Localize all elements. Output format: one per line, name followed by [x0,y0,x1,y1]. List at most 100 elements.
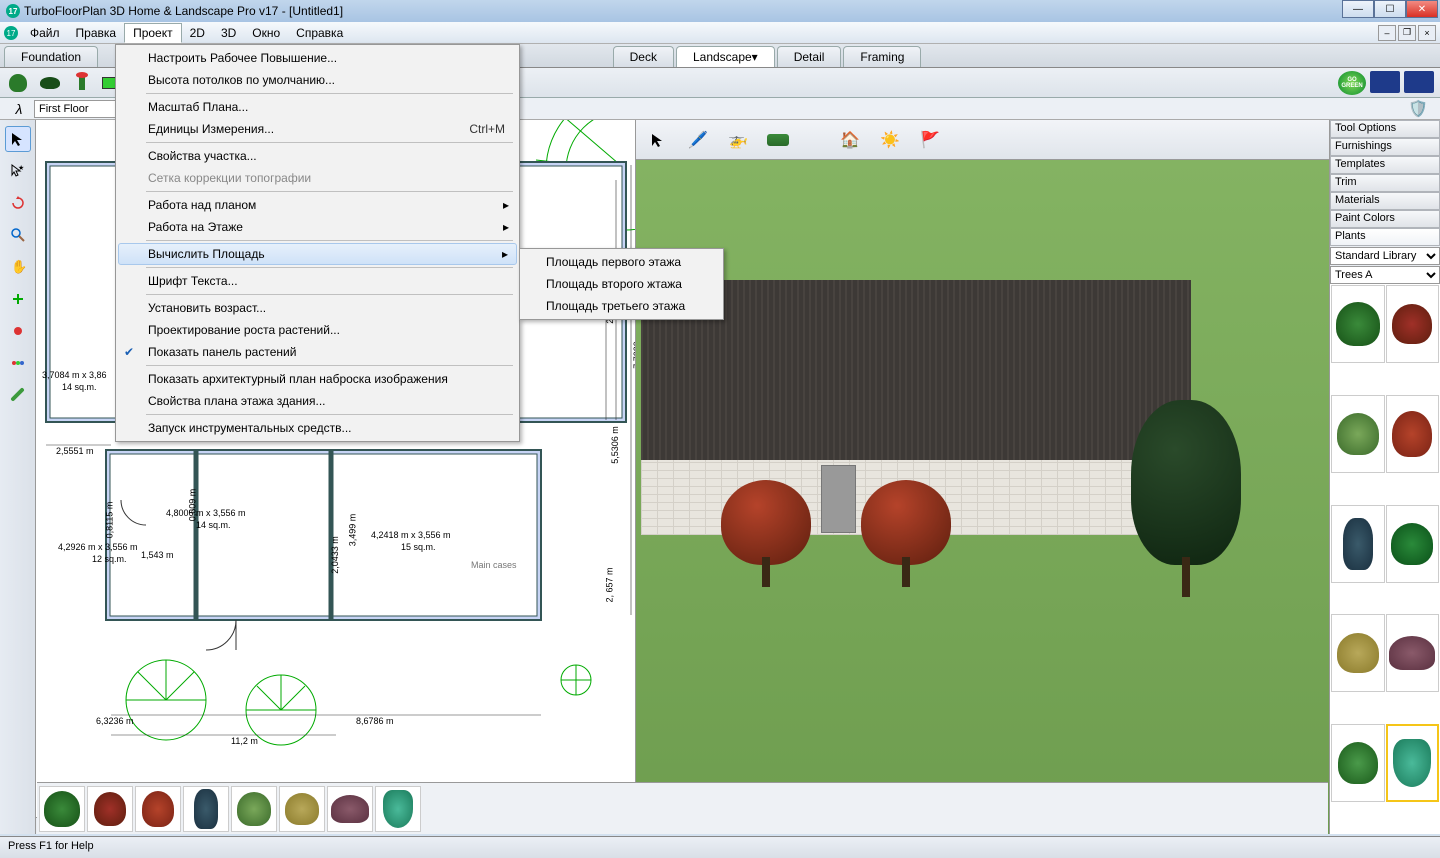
layout-view-2-button[interactable] [1404,71,1434,93]
tab-landscape[interactable]: Landscape▾ [676,46,775,67]
mdi-window-controls: – ❐ × [1378,25,1436,41]
project-menu-item-14[interactable]: Шрифт Текста... [118,270,517,292]
project-menu-item-20[interactable]: Показать архитектурный план наброска изо… [118,368,517,390]
project-menu-item-17[interactable]: Проектирование роста растений... [118,319,517,341]
strip-tree-8[interactable] [375,786,421,832]
cat-templates[interactable]: Templates [1330,156,1440,174]
red-marker-tool[interactable] [5,318,31,344]
strip-tree-5[interactable] [231,786,277,832]
app-icon: 17 [6,4,20,18]
menu-window[interactable]: Окно [244,24,288,42]
project-menu-item-3[interactable]: Масштаб Плана... [118,96,517,118]
strip-tree-2[interactable] [87,786,133,832]
project-menu-item-12[interactable]: Вычислить Площадь▸ [118,243,517,265]
menu-file[interactable]: Файл [22,24,68,42]
project-menu-item-4[interactable]: Единицы Измерения...Ctrl+M [118,118,517,140]
tree-thumb-2[interactable] [1386,285,1440,363]
go-green-icon[interactable]: GO GREEN [1338,71,1366,95]
menu-edit[interactable]: Правка [68,24,125,42]
menu-project[interactable]: Проект [124,23,182,43]
menu-3d[interactable]: 3D [213,24,244,42]
scene-3d [636,160,1329,834]
mdi-minimize-button[interactable]: – [1378,25,1396,41]
pan-tool[interactable]: ✋ [5,254,31,280]
mdi-close-button[interactable]: × [1418,25,1436,41]
tree-thumb-10-selected[interactable] [1386,724,1440,802]
tree-thumb-5[interactable] [1331,505,1385,583]
layout-view-1-button[interactable] [1370,71,1400,93]
tree-thumb-1[interactable] [1331,285,1385,363]
cursor-3d-icon[interactable] [644,126,672,154]
palette-tool[interactable] [5,350,31,376]
terrain-icon[interactable] [764,126,792,154]
project-menu-item-9[interactable]: Работа над планом▸ [118,194,517,216]
dim5-label: 1,543 m [141,550,174,560]
rotate-tool[interactable] [5,190,31,216]
plant-library-corner-icon[interactable]: 🛡️ [1408,99,1428,119]
project-menu-item-16[interactable]: Установить возраст... [118,297,517,319]
mdi-restore-button[interactable]: ❐ [1398,25,1416,41]
tree-thumb-8[interactable] [1386,614,1440,692]
library-selector[interactable]: Standard Library [1330,247,1440,265]
tree-thumb-6[interactable] [1386,505,1440,583]
room3-dim: 4,8006 m x 3,556 m [166,508,246,518]
cat-paint-colors[interactable]: Paint Colors [1330,210,1440,228]
tree-thumb-9[interactable] [1331,724,1385,802]
select-similar-tool[interactable]: ★ [5,158,31,184]
strip-tree-4[interactable] [183,786,229,832]
project-menu-item-0[interactable]: Настроить Рабочее Повышение... [118,47,517,69]
strip-tree-3[interactable] [135,786,181,832]
project-menu-item-21[interactable]: Свойства плана этажа здания... [118,390,517,412]
select-tool[interactable] [5,126,31,152]
dim9-label: 2, 657 m [605,567,615,602]
helicopter-icon[interactable]: 🚁 [724,126,752,154]
submenu-area-1[interactable]: Площадь первого этажа [522,251,721,273]
view-3d[interactable]: 🖊️ 🚁 🏠 ☀️ 🚩 [636,120,1329,834]
strip-tree-7[interactable] [327,786,373,832]
cat-plants[interactable]: Plants [1330,228,1440,246]
project-menu-item-23[interactable]: Запуск инструментальных средств... [118,417,517,439]
submenu-area-3[interactable]: Площадь третьего этажа [522,295,721,317]
house-view-icon[interactable]: 🏠 [836,126,864,154]
tree-red-1 [721,480,811,590]
tree-tool-icon[interactable] [6,72,30,94]
tree-thumb-3[interactable] [1331,395,1385,473]
strip-tree-1[interactable] [39,786,85,832]
project-menu-item-10[interactable]: Работа на Этаже▸ [118,216,517,238]
tree-thumb-4[interactable] [1386,395,1440,473]
tree-thumb-7[interactable] [1331,614,1385,692]
cat-tool-options[interactable]: Tool Options [1330,120,1440,138]
flower-tool-icon[interactable] [70,72,94,94]
menu-help[interactable]: Справка [288,24,351,42]
sun-icon[interactable]: ☀️ [876,126,904,154]
bush-tool-icon[interactable] [38,72,62,94]
project-menu-item-1[interactable]: Высота потолков по умолчанию... [118,69,517,91]
submenu-area-2[interactable]: Площадь второго жтажа [522,273,721,295]
cat-trim[interactable]: Trim [1330,174,1440,192]
flag-icon[interactable]: 🚩 [916,126,944,154]
tab-deck[interactable]: Deck [613,46,674,67]
minimize-button[interactable]: — [1342,0,1374,18]
zoom-tool[interactable] [5,222,31,248]
statusbar: Press F1 for Help [0,836,1440,858]
bottom-plant-strip [37,782,1328,834]
tree-dark [1131,400,1241,600]
room4-dim: 4,2418 m x 3,556 m [371,530,451,540]
cat-materials[interactable]: Materials [1330,192,1440,210]
project-menu-item-18[interactable]: Показать панель растений✔ [118,341,517,363]
lambda-icon[interactable]: λ [4,101,34,117]
strip-tree-6[interactable] [279,786,325,832]
close-button[interactable]: ✕ [1406,0,1438,18]
group-selector[interactable]: Trees A [1330,266,1440,284]
dim8-label: 2,0433 m [330,536,340,574]
menu-2d[interactable]: 2D [182,24,213,42]
wand-icon[interactable]: 🖊️ [684,126,712,154]
tab-framing[interactable]: Framing [843,46,921,67]
project-menu-item-6[interactable]: Свойства участка... [118,145,517,167]
tab-detail[interactable]: Detail [777,46,842,67]
add-point-tool[interactable] [5,286,31,312]
link-tool[interactable] [5,382,31,408]
tab-foundation[interactable]: Foundation [4,46,98,67]
maximize-button[interactable]: ☐ [1374,0,1406,18]
cat-furnishings[interactable]: Furnishings [1330,138,1440,156]
